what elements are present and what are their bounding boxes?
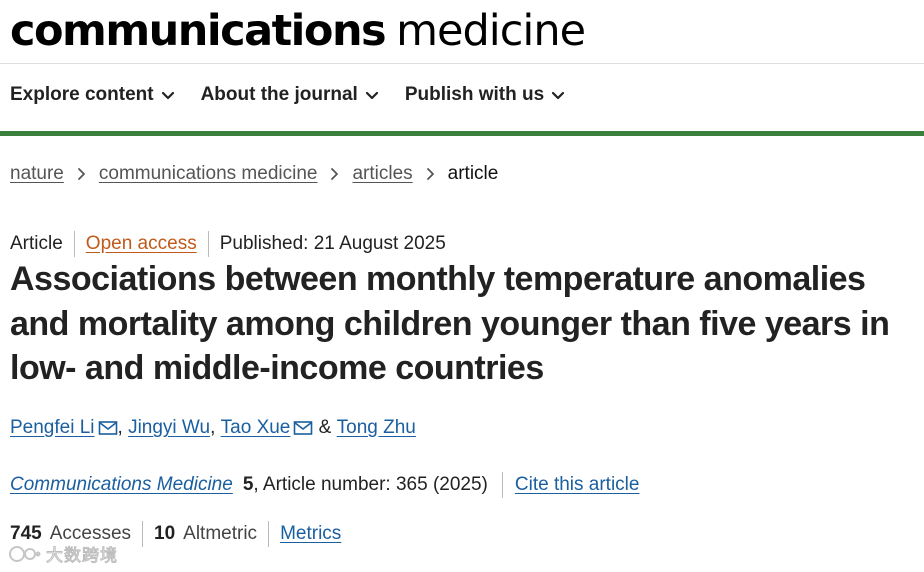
author-link[interactable]: Pengfei Li: [10, 417, 95, 439]
article-type: Article: [10, 233, 63, 254]
open-access-link[interactable]: Open access: [86, 233, 197, 255]
article-meta: Article Open access Published: 21 August…: [10, 231, 446, 257]
mail-icon[interactable]: [98, 420, 118, 436]
watermark-logo-icon: [9, 545, 41, 562]
citation-divider: [501, 472, 503, 498]
journal-volume: 5: [242, 474, 254, 495]
nav-item-label: Explore content: [10, 84, 154, 105]
meta-divider: [73, 231, 75, 257]
nav-item-label: About the journal: [200, 84, 358, 105]
masthead-divider: [0, 63, 924, 64]
article-title: Associations between monthly temperature…: [10, 260, 890, 387]
metrics-divider: [142, 521, 144, 547]
chevron-down-icon: [161, 91, 174, 100]
altmetric-label: Altmetric: [183, 523, 258, 544]
chevron-right-icon: [77, 168, 85, 180]
breadcrumb-articles[interactable]: articles: [352, 163, 412, 185]
watermark-text: 大数跨境: [46, 546, 118, 567]
chevron-down-icon: [365, 91, 378, 100]
nav-item-label: Publish with us: [404, 84, 545, 105]
nav-about-the-journal[interactable]: About the journal: [201, 84, 379, 106]
nav-accent-bar: [0, 131, 924, 136]
breadcrumb-communications-medicine[interactable]: communications medicine: [99, 163, 318, 185]
metrics-link[interactable]: Metrics: [280, 523, 341, 545]
nav-explore-content[interactable]: Explore content: [10, 84, 175, 106]
chevron-right-icon: [426, 168, 434, 180]
mail-icon[interactable]: [293, 420, 313, 436]
author-separator: ,: [210, 417, 216, 438]
nav-publish-with-us[interactable]: Publish with us: [405, 84, 565, 106]
author-link[interactable]: Tao Xue: [221, 417, 291, 439]
journal-logo[interactable]: communications medicine: [10, 6, 586, 58]
author-ampersand: &: [318, 417, 332, 438]
author-list: Pengfei Li , Jingyi Wu , Tao Xue & Tong …: [10, 417, 416, 439]
published-date: Published: 21 August 2025: [219, 233, 446, 254]
main-nav: Explore content About the journal Publis…: [10, 84, 591, 106]
logo-brand-light: medicine: [396, 6, 586, 56]
chevron-down-icon: [552, 91, 565, 100]
author-link[interactable]: Jingyi Wu: [128, 417, 210, 439]
meta-divider: [207, 231, 209, 257]
author-separator: ,: [117, 417, 123, 438]
chevron-right-icon: [331, 168, 339, 180]
citation-line: Communications Medicine 5 , Article numb…: [10, 472, 639, 498]
watermark: 大数跨境: [8, 541, 118, 567]
breadcrumb-current: article: [447, 163, 499, 184]
metrics-divider: [268, 521, 270, 547]
author-link[interactable]: Tong Zhu: [337, 417, 416, 439]
article-number: , Article number: 365 (2025): [253, 474, 488, 495]
cite-this-article-link[interactable]: Cite this article: [515, 474, 640, 496]
journal-link[interactable]: Communications Medicine: [10, 474, 233, 496]
breadcrumb: nature communications medicine articles …: [10, 163, 498, 185]
breadcrumb-nature[interactable]: nature: [10, 163, 64, 185]
logo-brand-bold: communications: [10, 6, 387, 56]
altmetric-count: 10: [154, 523, 176, 544]
